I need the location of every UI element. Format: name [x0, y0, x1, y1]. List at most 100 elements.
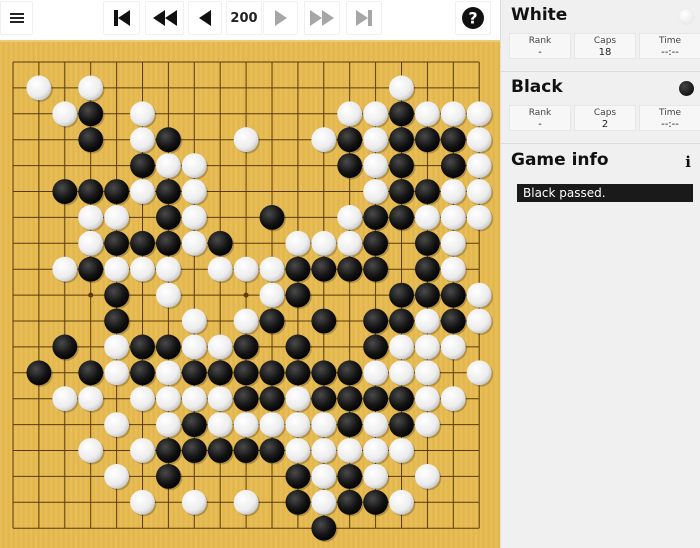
black-stone: [259, 386, 285, 412]
black-time: Time --:--: [639, 105, 700, 131]
first-move-button[interactable]: [103, 1, 140, 35]
black-stone: [389, 179, 414, 204]
fast-forward-button[interactable]: [304, 1, 340, 35]
black-stone: [285, 360, 311, 386]
white-rank-value: -: [538, 47, 542, 58]
white-stone: [181, 489, 207, 515]
black-stone: [363, 205, 388, 230]
black-stone: [389, 127, 414, 153]
black-stone: [337, 412, 363, 437]
black-stone: [440, 153, 466, 178]
go-board[interactable]: [0, 40, 500, 548]
black-stone: [337, 360, 363, 386]
white-stone: [311, 127, 337, 153]
white-stone: [130, 179, 155, 204]
white-time-value: --:--: [661, 47, 679, 58]
black-caps-label: Caps: [593, 108, 617, 118]
white-stone: [311, 464, 337, 489]
black-stone-icon: [679, 81, 694, 96]
step-back-icon: [199, 10, 211, 26]
white-stone: [440, 230, 466, 256]
black-stone: [156, 127, 181, 153]
white-stone: [285, 230, 311, 256]
white-stone: [363, 127, 388, 153]
black-stone: [285, 464, 311, 489]
black-stone: [311, 308, 337, 334]
white-stone: [415, 308, 440, 334]
black-stone: [389, 153, 414, 178]
white-stone: [26, 75, 52, 101]
white-stone: [104, 412, 129, 437]
board-grid[interactable]: [0, 42, 500, 548]
skip-to-first-icon: [113, 10, 130, 26]
hamburger-menu-icon: [9, 13, 24, 23]
white-stone: [156, 386, 181, 412]
help-question-icon: ?: [462, 7, 484, 29]
white-stone: [337, 205, 363, 230]
black-stone: [440, 127, 466, 153]
black-stone: [285, 334, 311, 360]
white-stone: [440, 256, 466, 282]
black-stone: [415, 127, 440, 153]
black-rank-label: Rank: [528, 108, 552, 118]
black-stone: [78, 256, 104, 282]
white-stone: [311, 412, 337, 437]
black-stone: [207, 360, 233, 386]
white-stone: [363, 360, 388, 386]
black-stone: [78, 179, 104, 204]
black-rank: Rank -: [509, 105, 571, 131]
black-stone: [389, 412, 414, 437]
fast-backward-button[interactable]: [145, 1, 184, 35]
black-stone: [104, 282, 129, 308]
info-icon[interactable]: i: [685, 153, 691, 171]
white-stone: [337, 230, 363, 256]
white-stone: [285, 412, 311, 437]
white-stone: [130, 101, 155, 127]
white-caps-value: 18: [598, 47, 612, 58]
black-stone: [233, 334, 259, 360]
white-stone: [156, 412, 181, 437]
game-info-message: Black passed.: [517, 184, 693, 202]
go-game-viewer: 200 ? White Rank - Caps 18 Time --:-- Bl…: [0, 0, 700, 548]
last-move-button[interactable]: [346, 1, 382, 35]
move-number[interactable]: 200: [226, 1, 262, 35]
black-stone: [440, 282, 466, 308]
white-stone: [78, 205, 104, 230]
black-stone: [389, 101, 414, 127]
black-stone: [337, 256, 363, 282]
menu-button[interactable]: [0, 1, 33, 35]
black-stone: [156, 179, 181, 204]
black-stone: [156, 464, 181, 489]
black-stone: [363, 386, 388, 412]
white-time: Time --:--: [639, 33, 700, 59]
black-stone: [337, 464, 363, 489]
white-stone: [337, 101, 363, 127]
black-stone: [26, 360, 52, 386]
white-stone: [130, 256, 155, 282]
white-stone: [466, 205, 492, 230]
white-stone: [78, 386, 104, 412]
next-move-button[interactable]: [263, 1, 298, 35]
white-time-label: Time: [658, 36, 682, 46]
black-stone: [207, 230, 233, 256]
help-button[interactable]: ?: [455, 1, 491, 35]
white-stone: [233, 412, 259, 437]
black-stone: [389, 282, 414, 308]
previous-move-button[interactable]: [188, 1, 222, 35]
white-stone: [311, 230, 337, 256]
black-stone: [363, 334, 388, 360]
white-stone: [181, 205, 207, 230]
white-stone: [130, 489, 155, 515]
black-stone: [363, 230, 388, 256]
white-stone: [156, 153, 181, 178]
black-stone: [311, 360, 337, 386]
black-stone: [78, 360, 104, 386]
black-stone: [233, 438, 259, 463]
white-rank-label: Rank: [528, 36, 552, 46]
white-stone: [415, 205, 440, 230]
white-stone: [233, 489, 259, 515]
black-stone: [337, 489, 363, 515]
black-stone: [311, 386, 337, 412]
black-stone: [415, 282, 440, 308]
white-stone: [130, 127, 155, 153]
